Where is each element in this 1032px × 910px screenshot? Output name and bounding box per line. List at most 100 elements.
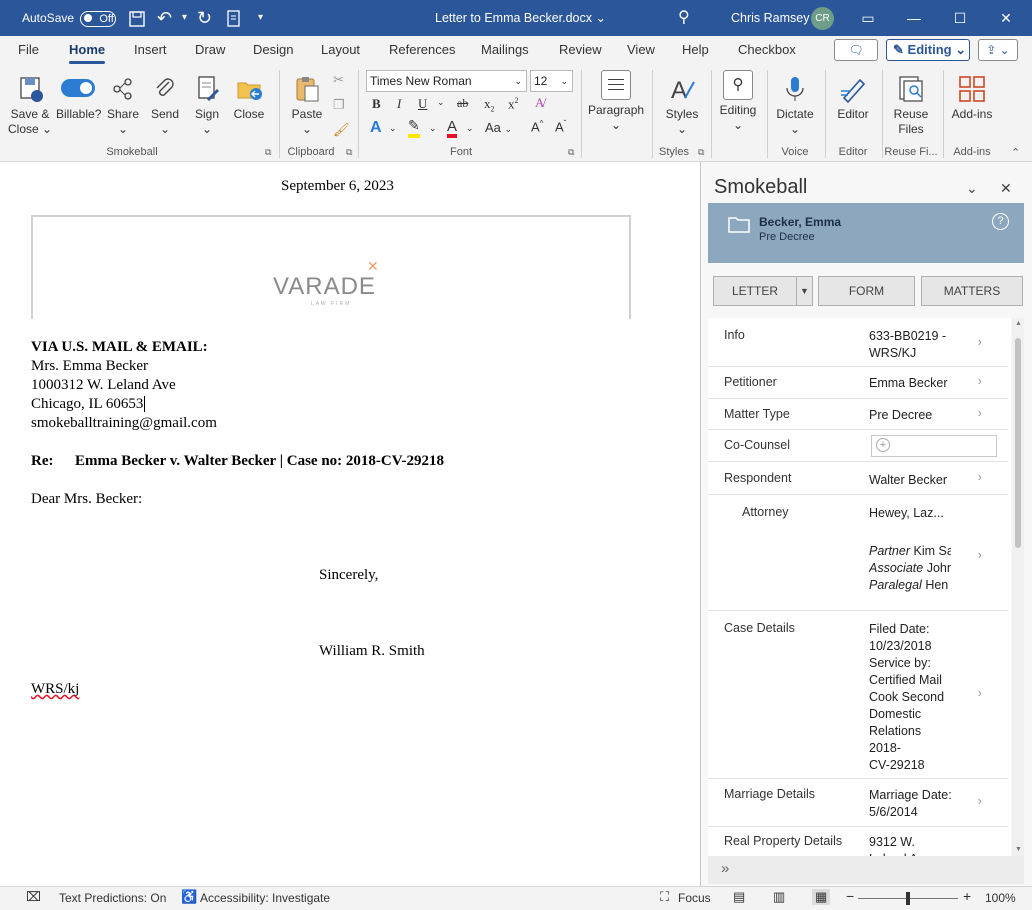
copy-icon[interactable]: ❐ bbox=[333, 97, 345, 113]
maximize-icon[interactable]: ☐ bbox=[937, 0, 983, 36]
close-button[interactable]: Close bbox=[230, 74, 268, 122]
list-item-info[interactable]: Info 633-BB0219 - WRS/KJ › bbox=[708, 318, 1008, 367]
zoom-slider-thumb[interactable] bbox=[906, 892, 910, 905]
zoom-out-icon[interactable]: − bbox=[846, 888, 854, 904]
accessibility-icon[interactable]: ♿ bbox=[181, 889, 197, 905]
list-item-case-details[interactable]: Case Details Filed Date: 10/23/2018 Serv… bbox=[708, 611, 1008, 779]
bold-icon[interactable]: B bbox=[372, 96, 381, 112]
list-item-marriage-details[interactable]: Marriage Details Marriage Date: 5/6/2014… bbox=[708, 779, 1008, 827]
list-item-respondent[interactable]: Respondent Walter Becker › bbox=[708, 462, 1008, 495]
tab-design[interactable]: Design bbox=[253, 36, 293, 66]
sign-button[interactable]: Sign ⌄ bbox=[188, 74, 226, 137]
tab-review[interactable]: Review bbox=[559, 36, 602, 66]
text-effects-icon[interactable]: A bbox=[370, 119, 382, 137]
subscript-icon[interactable]: x2 bbox=[484, 96, 495, 114]
tab-draw[interactable]: Draw bbox=[195, 36, 225, 66]
grow-font-icon[interactable]: A^ bbox=[531, 119, 543, 134]
list-item-attorney[interactable]: Attorney Hewey, Laz... Partner Kim Sa As… bbox=[708, 495, 1008, 611]
document-title[interactable]: Letter to Emma Becker.docx ⌄ bbox=[435, 0, 606, 36]
smokeball-launcher-icon[interactable]: ⧉ bbox=[265, 147, 271, 158]
paragraph-button[interactable]: Paragraph ⌄ bbox=[588, 70, 644, 133]
focus-button[interactable]: Focus bbox=[678, 891, 711, 905]
tab-mailings[interactable]: Mailings bbox=[481, 36, 529, 66]
document-icon[interactable] bbox=[226, 0, 242, 36]
save-close-button[interactable]: Save & Close ⌄ bbox=[8, 74, 52, 137]
search-icon[interactable]: ⚲ bbox=[678, 0, 690, 36]
editing-button[interactable]: ⚲ Editing ⌄ bbox=[716, 70, 760, 133]
zoom-in-icon[interactable]: + bbox=[963, 888, 971, 904]
text-effects-dropdown-icon[interactable]: ⌄ bbox=[389, 123, 397, 134]
change-case-icon[interactable]: Aa ⌄ bbox=[485, 120, 512, 135]
font-color-dropdown-icon[interactable]: ⌄ bbox=[466, 123, 474, 134]
tab-file[interactable]: File bbox=[18, 36, 39, 66]
list-item-real-property[interactable]: Real Property Details 9312 W. Leland Ave bbox=[708, 827, 1008, 856]
undo-icon[interactable]: ↶ bbox=[157, 0, 172, 36]
cut-icon[interactable]: ✂ bbox=[333, 72, 344, 88]
send-button[interactable]: Send ⌄ bbox=[146, 74, 184, 137]
undo-dropdown-icon[interactable]: ▾ bbox=[182, 0, 187, 36]
superscript-icon[interactable]: x2 bbox=[508, 96, 519, 112]
add-ins-button[interactable]: Add-ins bbox=[948, 74, 996, 122]
zoom-level[interactable]: 100% bbox=[985, 891, 1016, 905]
ribbon-display-icon[interactable]: ▭ bbox=[845, 0, 891, 36]
italic-icon[interactable]: I bbox=[397, 96, 401, 112]
tab-insert[interactable]: Insert bbox=[134, 36, 167, 66]
styles-button[interactable]: A Styles ⌄ bbox=[660, 74, 704, 137]
help-icon[interactable]: ? bbox=[992, 213, 1009, 230]
highlight-icon[interactable]: ✎ bbox=[408, 119, 420, 138]
font-name-select[interactable]: Times New Roman ⌄ bbox=[366, 70, 527, 92]
comments-icon[interactable]: 🗨 bbox=[834, 39, 878, 61]
collapse-ribbon-icon[interactable]: ⌃ bbox=[1011, 146, 1020, 159]
share-button[interactable]: Share ⌄ bbox=[104, 74, 142, 137]
text-predictions-status[interactable]: Text Predictions: On bbox=[59, 891, 166, 905]
scrollbar-thumb[interactable] bbox=[1015, 338, 1021, 548]
list-item-petitioner[interactable]: Petitioner Emma Becker › bbox=[708, 367, 1008, 399]
avatar[interactable]: CR bbox=[811, 7, 834, 30]
strikethrough-icon[interactable]: ab bbox=[457, 96, 468, 111]
letter-dropdown-icon[interactable]: ▼ bbox=[796, 276, 813, 306]
pane-scrollbar[interactable] bbox=[1012, 318, 1024, 856]
pane-close-icon[interactable]: ✕ bbox=[1000, 180, 1012, 197]
co-counsel-input[interactable]: + bbox=[871, 435, 997, 457]
close-icon[interactable]: ✕ bbox=[983, 0, 1029, 36]
underline-dropdown-icon[interactable]: ⌄ bbox=[437, 97, 445, 108]
billable-button[interactable]: Billable? bbox=[56, 74, 101, 122]
reuse-files-button[interactable]: Reuse Files bbox=[888, 74, 934, 137]
font-color-icon[interactable]: A bbox=[447, 118, 458, 138]
pane-options-chevron-icon[interactable]: ⌄ bbox=[966, 180, 978, 197]
dictate-button[interactable]: Dictate ⌄ bbox=[772, 74, 818, 137]
customize-toolbar-icon[interactable]: ▾ bbox=[258, 0, 263, 36]
highlight-dropdown-icon[interactable]: ⌄ bbox=[429, 123, 437, 134]
font-size-select[interactable]: 12 ⌄ bbox=[530, 70, 573, 92]
save-icon[interactable] bbox=[128, 0, 146, 36]
scroll-down-icon[interactable]: ▼ bbox=[1015, 846, 1022, 853]
minimize-icon[interactable]: — bbox=[891, 0, 937, 36]
editor-button[interactable]: Editor bbox=[830, 74, 876, 122]
tab-checkbox[interactable]: Checkbox bbox=[738, 36, 796, 66]
letter-button[interactable]: LETTER bbox=[713, 276, 797, 306]
paste-button[interactable]: Paste ⌄ bbox=[288, 74, 326, 137]
autosave-toggle[interactable]: Off bbox=[80, 0, 116, 36]
underline-icon[interactable]: U bbox=[418, 96, 427, 112]
redo-icon[interactable]: ↻ bbox=[197, 0, 212, 36]
print-layout-icon[interactable]: ▥ bbox=[773, 889, 785, 905]
tab-help[interactable]: Help bbox=[682, 36, 709, 66]
form-button[interactable]: FORM bbox=[818, 276, 915, 306]
scroll-up-icon[interactable]: ▲ bbox=[1015, 320, 1022, 327]
shrink-font-icon[interactable]: Aˇ bbox=[555, 119, 566, 134]
focus-icon[interactable]: ⛶ bbox=[660, 889, 669, 905]
editing-mode-button[interactable]: ✎ Editing ⌄ bbox=[886, 39, 970, 61]
styles-launcher-icon[interactable]: ⧉ bbox=[698, 147, 704, 158]
tab-references[interactable]: References bbox=[389, 36, 455, 66]
read-mode-icon[interactable]: ▤ bbox=[733, 889, 745, 905]
share-icon[interactable]: ⇪ ⌄ bbox=[978, 39, 1018, 61]
web-layout-icon[interactable]: ▦ bbox=[812, 889, 831, 905]
font-launcher-icon[interactable]: ⧉ bbox=[568, 147, 574, 158]
matter-header[interactable]: Becker, Emma Pre Decree ? bbox=[708, 203, 1024, 263]
clear-formatting-icon[interactable]: A̸ bbox=[535, 95, 544, 111]
proofing-icon[interactable]: ⌧ bbox=[26, 889, 41, 905]
list-item-matter-type[interactable]: Matter Type Pre Decree › bbox=[708, 399, 1008, 430]
tab-view[interactable]: View bbox=[627, 36, 655, 66]
format-painter-icon[interactable]: 🖌 bbox=[333, 122, 350, 138]
expand-icon[interactable]: » bbox=[721, 860, 729, 877]
